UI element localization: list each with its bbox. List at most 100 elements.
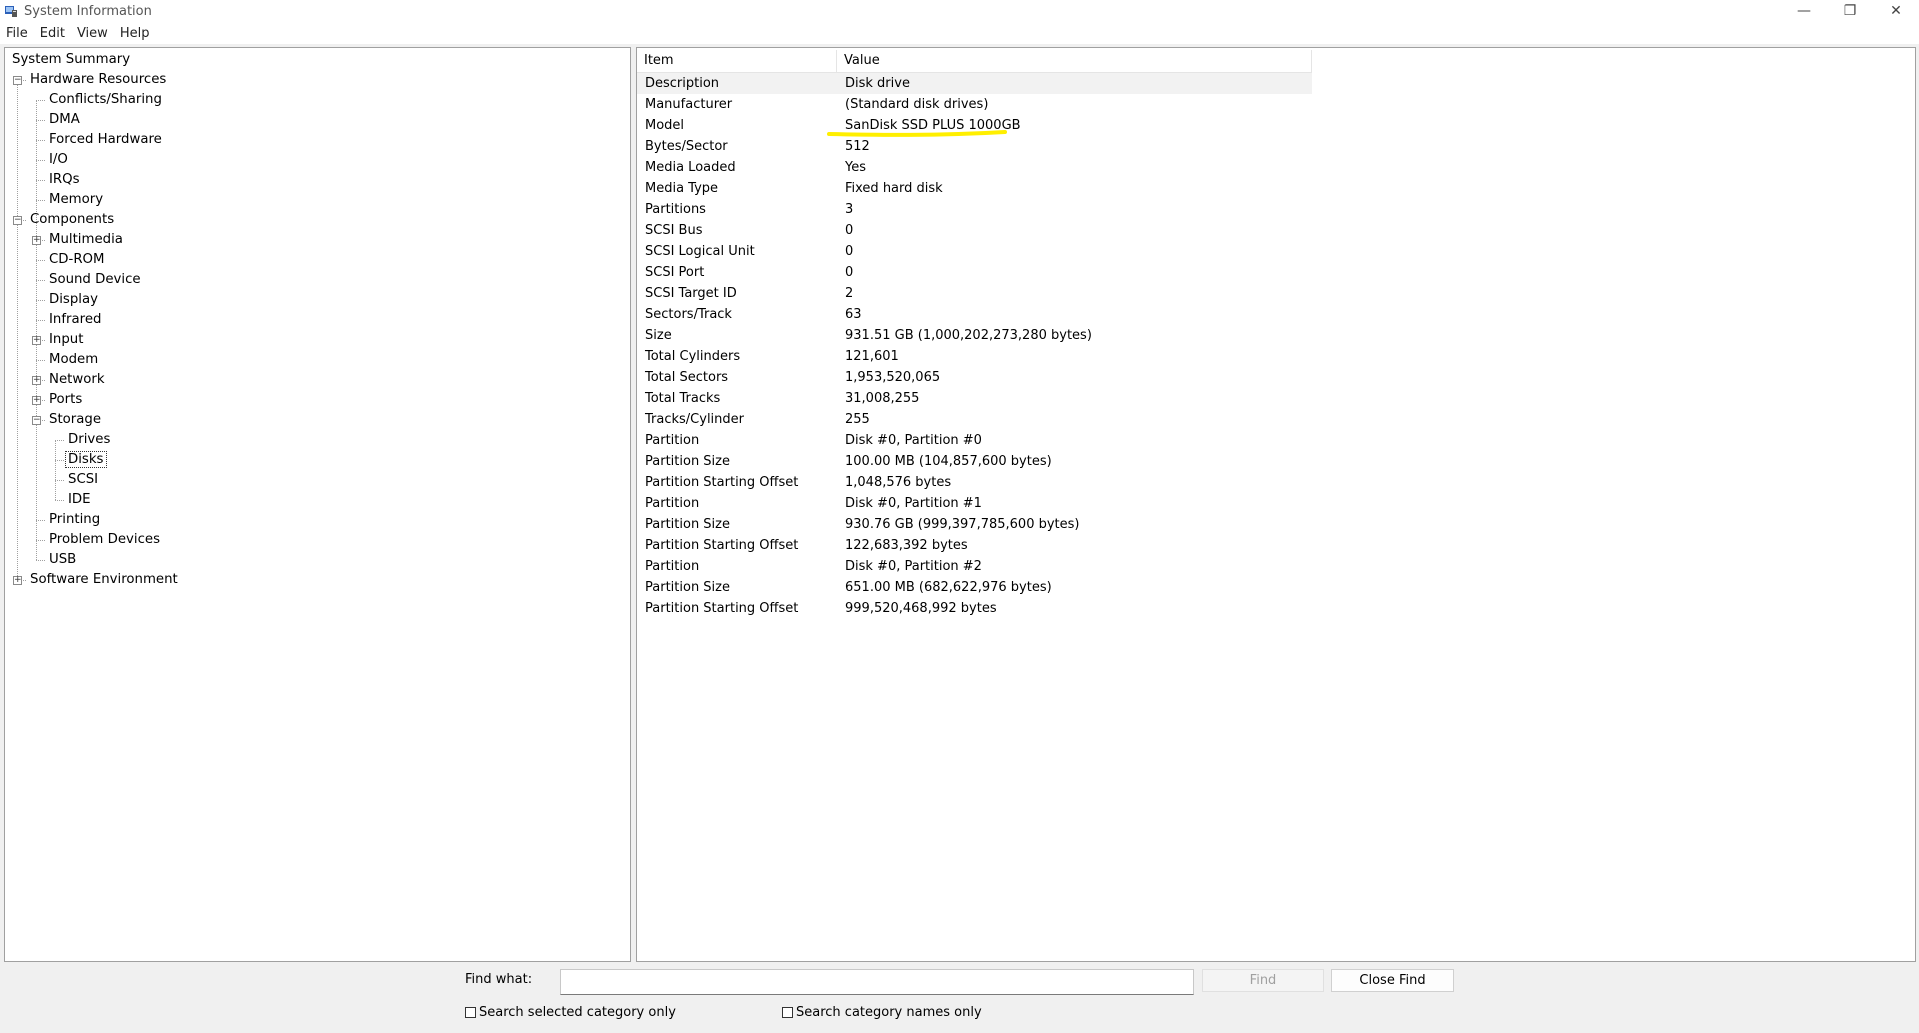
find-button[interactable]: Find bbox=[1202, 969, 1324, 992]
menu-view[interactable]: View bbox=[71, 26, 114, 41]
value-cell: 122,683,392 bytes bbox=[845, 538, 968, 553]
value-cell: Disk #0, Partition #2 bbox=[845, 559, 982, 574]
tree-item-forced-hardware[interactable]: Forced Hardware bbox=[47, 130, 164, 150]
tree-item-sound-device[interactable]: Sound Device bbox=[47, 270, 143, 290]
table-row[interactable]: Bytes/Sector 512 bbox=[637, 136, 1312, 157]
table-row[interactable]: SCSI Logical Unit 0 bbox=[637, 241, 1312, 262]
tree-item-problem-devices[interactable]: Problem Devices bbox=[47, 530, 162, 550]
tree-guide-line bbox=[36, 100, 37, 560]
table-row[interactable]: Tracks/Cylinder 255 bbox=[637, 409, 1312, 430]
tree-item-conflicts-sharing[interactable]: Conflicts/Sharing bbox=[47, 90, 164, 110]
tree-item-label: IDE bbox=[68, 492, 91, 507]
expand-icon[interactable]: + bbox=[32, 336, 41, 345]
table-row[interactable]: Partitions 3 bbox=[637, 199, 1312, 220]
tree-item-storage[interactable]: Storage bbox=[47, 410, 103, 430]
table-row[interactable]: Partition Starting Offset 999,520,468,992… bbox=[637, 598, 1312, 619]
close-find-button[interactable]: Close Find bbox=[1331, 969, 1454, 992]
menu-help[interactable]: Help bbox=[114, 26, 156, 41]
tree-item-cd-rom[interactable]: CD-ROM bbox=[47, 250, 107, 270]
table-row[interactable]: Partition Size 100.00 MB (104,857,600 byt… bbox=[637, 451, 1312, 472]
find-input[interactable] bbox=[560, 969, 1194, 995]
tree-item-hardware-resources[interactable]: Hardware Resources bbox=[28, 70, 168, 90]
tree-item-ide[interactable]: IDE bbox=[66, 490, 93, 510]
expand-icon[interactable]: + bbox=[32, 396, 41, 405]
expand-icon[interactable]: + bbox=[13, 576, 22, 585]
table-row[interactable]: Partition Size 930.76 GB (999,397,785,600… bbox=[637, 514, 1312, 535]
tree-item-label: Sound Device bbox=[49, 272, 141, 287]
table-row[interactable]: Total Sectors 1,953,520,065 bbox=[637, 367, 1312, 388]
search-selected-category-checkbox[interactable] bbox=[465, 1007, 476, 1018]
table-row[interactable]: Manufacturer (Standard disk drives) bbox=[637, 94, 1312, 115]
table-row[interactable]: SCSI Bus 0 bbox=[637, 220, 1312, 241]
menu-file[interactable]: File bbox=[0, 26, 34, 41]
tree-item-ports[interactable]: Ports bbox=[47, 390, 84, 410]
tree-item-scsi[interactable]: SCSI bbox=[66, 470, 100, 490]
tree-item-dma[interactable]: DMA bbox=[47, 110, 82, 130]
collapse-icon[interactable]: − bbox=[32, 416, 41, 425]
tree-item-memory[interactable]: Memory bbox=[47, 190, 105, 210]
tree-item-label: SCSI bbox=[68, 472, 99, 487]
tree-item-display[interactable]: Display bbox=[47, 290, 100, 310]
expand-icon[interactable]: + bbox=[32, 376, 41, 385]
tree-item-infrared[interactable]: Infrared bbox=[47, 310, 103, 330]
minimize-icon: — bbox=[1797, 3, 1811, 19]
table-row[interactable]: SCSI Port 0 bbox=[637, 262, 1312, 283]
search-category-names-option[interactable]: Search category names only bbox=[782, 1005, 982, 1020]
search-category-names-checkbox[interactable] bbox=[782, 1007, 793, 1018]
table-row[interactable]: Partition Starting Offset 122,683,392 byt… bbox=[637, 535, 1312, 556]
tree-item-software-environment[interactable]: Software Environment bbox=[28, 570, 180, 590]
value-cell: Disk drive bbox=[845, 76, 910, 91]
minimize-button[interactable]: — bbox=[1781, 0, 1827, 22]
tree-item-system-summary[interactable]: System Summary bbox=[10, 50, 132, 70]
search-selected-category-option[interactable]: Search selected category only bbox=[465, 1005, 676, 1020]
tree-item-drives[interactable]: Drives bbox=[66, 430, 112, 450]
table-row[interactable]: Media Type Fixed hard disk bbox=[637, 178, 1312, 199]
value-cell: 63 bbox=[845, 307, 862, 322]
menu-edit[interactable]: Edit bbox=[34, 26, 71, 41]
item-cell: SCSI Logical Unit bbox=[645, 244, 755, 259]
table-row[interactable]: Size 931.51 GB (1,000,202,273,280 bytes) bbox=[637, 325, 1312, 346]
table-row[interactable]: Partition Disk #0, Partition #1 bbox=[637, 493, 1312, 514]
value-cell: Fixed hard disk bbox=[845, 181, 943, 196]
table-row[interactable]: Partition Starting Offset 1,048,576 bytes bbox=[637, 472, 1312, 493]
details-list[interactable]: Item Value Description Disk drive Manufact… bbox=[636, 47, 1916, 962]
table-row[interactable]: Model SanDisk SSD PLUS 1000GB bbox=[637, 115, 1312, 137]
tree-item-printing[interactable]: Printing bbox=[47, 510, 102, 530]
table-row[interactable]: Description Disk drive bbox=[637, 73, 1312, 94]
tree-item-multimedia[interactable]: Multimedia bbox=[47, 230, 125, 250]
table-row[interactable]: Sectors/Track 63 bbox=[637, 304, 1312, 325]
table-row[interactable]: SCSI Target ID 2 bbox=[637, 283, 1312, 304]
tree-item-components[interactable]: Components bbox=[28, 210, 116, 230]
tree-item-modem[interactable]: Modem bbox=[47, 350, 100, 370]
category-tree[interactable]: System Summary Hardware Resources − Conflic… bbox=[4, 47, 631, 962]
value-cell: 2 bbox=[845, 286, 854, 301]
item-cell: Tracks/Cylinder bbox=[645, 412, 744, 427]
tree-item-i-o[interactable]: I/O bbox=[47, 150, 70, 170]
table-row[interactable]: Partition Disk #0, Partition #2 bbox=[637, 556, 1312, 577]
table-row[interactable]: Media Loaded Yes bbox=[637, 157, 1312, 178]
tree-item-disks[interactable]: Disks bbox=[65, 450, 107, 470]
find-bar: Find what: Find Close Find Search select… bbox=[0, 962, 1919, 1033]
tree-item-label: USB bbox=[49, 552, 77, 567]
collapse-icon[interactable]: − bbox=[13, 76, 22, 85]
tree-item-label: Infrared bbox=[49, 312, 102, 327]
close-button[interactable]: ✕ bbox=[1873, 0, 1919, 22]
tree-item-usb[interactable]: USB bbox=[47, 550, 78, 570]
value-cell: 931.51 GB (1,000,202,273,280 bytes) bbox=[845, 328, 1092, 343]
value-cell: Disk #0, Partition #0 bbox=[845, 433, 982, 448]
column-header-item[interactable]: Item bbox=[637, 50, 837, 72]
tree-item-network[interactable]: Network bbox=[47, 370, 107, 390]
table-row[interactable]: Partition Size 651.00 MB (682,622,976 byt… bbox=[637, 577, 1312, 598]
table-row[interactable]: Total Cylinders 121,601 bbox=[637, 346, 1312, 367]
collapse-icon[interactable]: − bbox=[13, 216, 22, 225]
expand-icon[interactable]: + bbox=[32, 236, 41, 245]
tree-item-label: Disks bbox=[65, 451, 107, 468]
table-row[interactable]: Partition Disk #0, Partition #0 bbox=[637, 430, 1312, 451]
column-header-value[interactable]: Value bbox=[837, 50, 1312, 72]
tree-item-irqs[interactable]: IRQs bbox=[47, 170, 82, 190]
tree-item-input[interactable]: Input bbox=[47, 330, 85, 350]
tree-item-label: Modem bbox=[49, 352, 99, 367]
restore-button[interactable]: ❐ bbox=[1827, 0, 1873, 22]
tree-connector bbox=[36, 360, 45, 361]
table-row[interactable]: Total Tracks 31,008,255 bbox=[637, 388, 1312, 409]
